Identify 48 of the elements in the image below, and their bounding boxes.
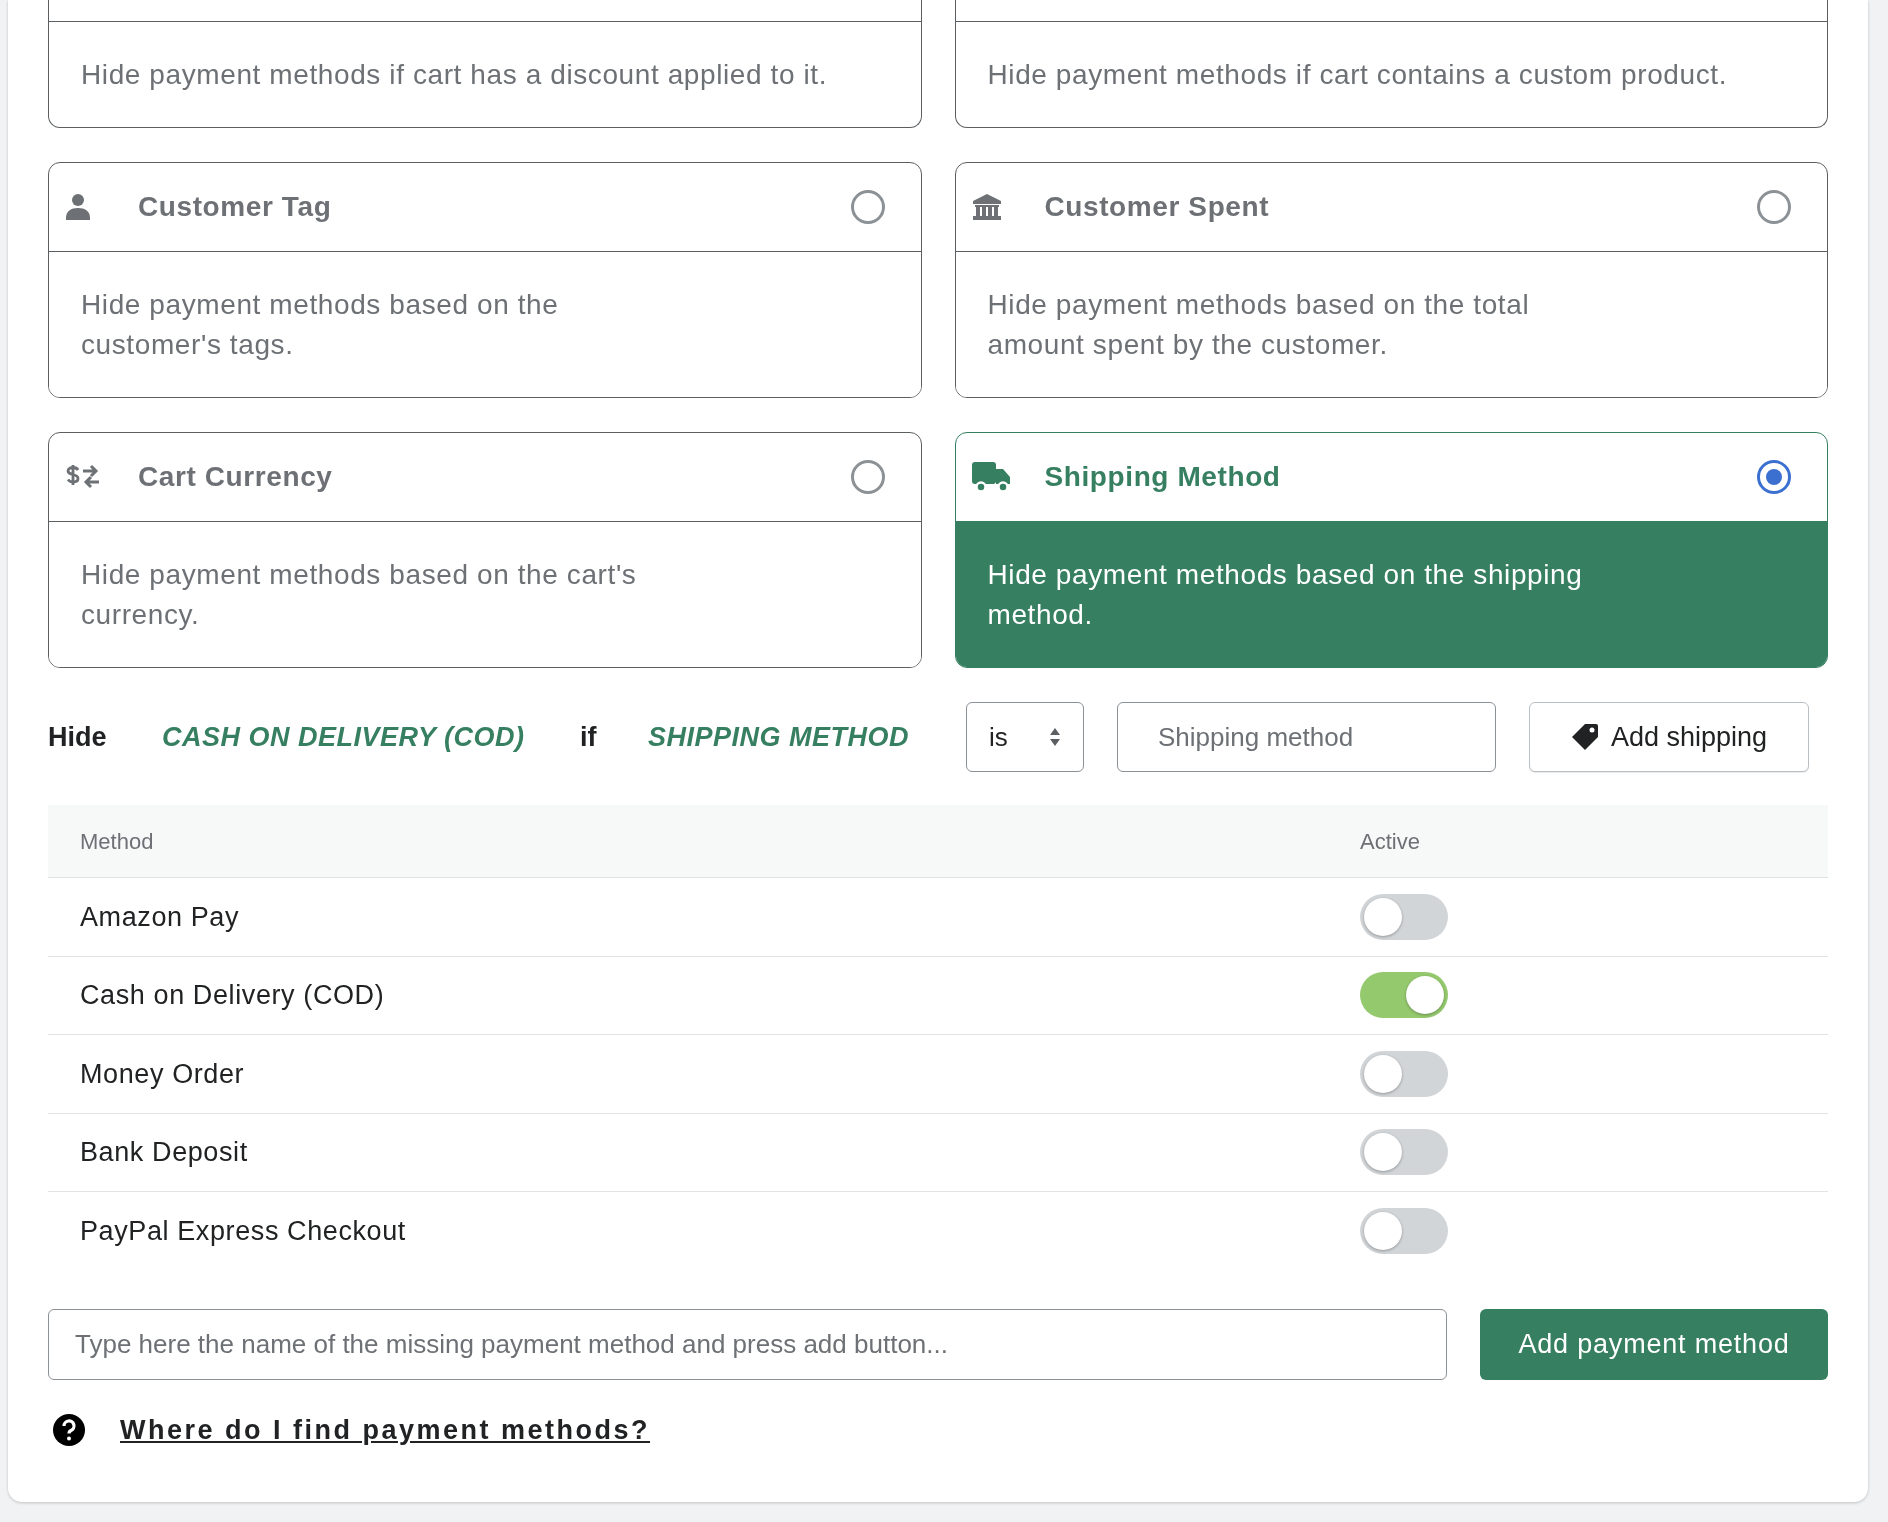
condition-label: SHIPPING METHOD [648,720,911,754]
truck-icon [971,460,1012,494]
column-header: Method [80,827,155,856]
payment-method-label: CASH ON DELIVERY (COD) [162,720,526,754]
toggle-switch[interactable] [1360,1129,1448,1176]
condition-card[interactable]: Customer Tag Hide payment methods based on the customer's tags. [48,162,922,398]
help-icon [52,1412,86,1447]
condition-card[interactable]: Hide payment methods if cart has a discount applied to it. [48,0,922,128]
radio-button[interactable] [850,190,885,224]
person-icon [65,192,91,222]
card-title: Shipping Method [1044,460,1281,494]
toggle-switch[interactable] [1360,972,1448,1019]
add-shipping-button[interactable]: Add shipping [1529,702,1809,772]
rule-label: Hide [48,720,108,754]
add-payment-method-button[interactable]: Add payment method [1480,1308,1828,1380]
toggle-switch[interactable] [1360,1050,1448,1097]
condition-card[interactable]: Hide payment methods if cart contains a custom product. [954,0,1828,128]
card-description: Hide payment methods based on the customer's tags. [81,287,560,362]
card-title: Customer Tag [138,190,332,224]
card-title: Customer Spent [1044,190,1270,224]
payment-method-field[interactable]: Type here the name of the missing payment method and press add button... [48,1308,1447,1380]
toggle-switch[interactable] [1360,893,1448,940]
caret-icon [1049,727,1061,747]
method-name: Amazon Pay [80,900,241,934]
condition-card[interactable]: Customer Spent Hide payment methods based on the total amount spent by the customer. [954,162,1828,398]
column-header: Active [1360,827,1420,856]
operator-select[interactable]: is [966,702,1084,772]
condition-card[interactable]: Cart Currency Hide payment methods based on the cart's currency. [48,432,922,668]
toggle-switch[interactable] [1360,1208,1448,1255]
condition-card[interactable]: Shipping Method Hide payment methods based on the shipping method. [954,432,1828,668]
help-link[interactable]: Where do I find payment methods? [120,1409,651,1450]
rule-label: if [580,720,598,754]
radio-button[interactable] [850,460,885,494]
card-description: Hide payment methods if cart contains a custom product. [987,57,1728,92]
tag-icon [1570,723,1599,751]
shipping-method-field[interactable]: Shipping method [1117,702,1496,772]
method-name: PayPal Express Checkout [80,1215,407,1248]
card-description: Hide payment methods based on the total amount spent by the customer. [987,287,1531,362]
radio-button[interactable] [1757,460,1791,494]
card-description: Hide payment methods based on the cart's currency. [81,557,638,632]
method-name: Bank Deposit [80,1136,249,1169]
card-title: Cart Currency [138,460,333,494]
radio-button[interactable] [1757,190,1791,224]
card-description: Hide payment methods based on the shipping method. [987,557,1584,632]
method-name: Cash on Delivery (COD) [80,979,386,1012]
card-description: Hide payment methods if cart has a discount applied to it. [81,57,828,92]
bank-icon [971,193,1002,221]
method-name: Money Order [80,1057,246,1091]
